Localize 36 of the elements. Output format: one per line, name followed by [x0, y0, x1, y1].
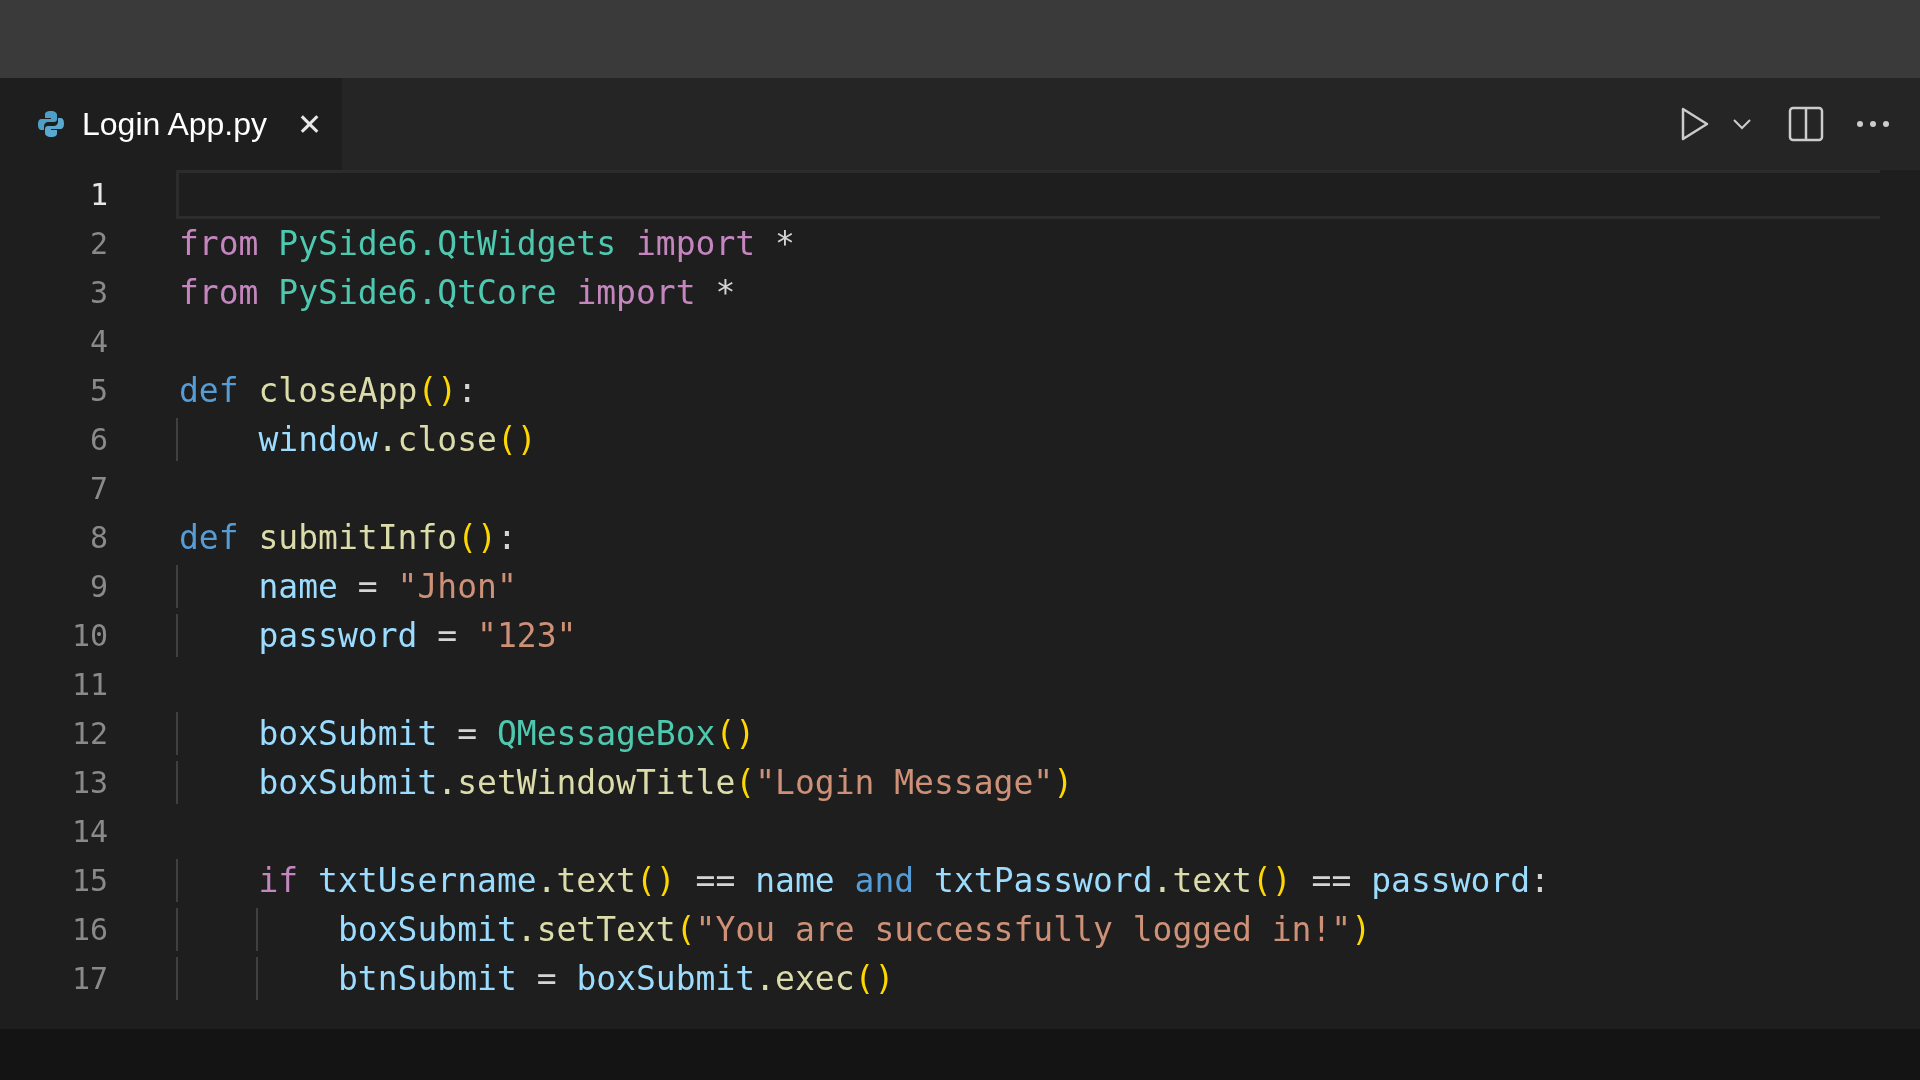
line-number: 13 [70, 765, 108, 800]
line-number: 7 [88, 471, 108, 506]
python-file-icon [36, 109, 66, 139]
line-number: 15 [70, 863, 108, 898]
code-line: boxSubmit.setText("You are successfully logged in!") [336, 910, 1372, 949]
line-number: 12 [70, 716, 108, 751]
line-number: 10 [70, 618, 108, 653]
line-number: 5 [88, 373, 108, 408]
line-number: 6 [88, 422, 108, 457]
code-line: from PySide6.QtWidgets import * [179, 224, 795, 263]
run-icon[interactable] [1680, 106, 1710, 142]
code-line: boxSubmit.setWindowTitle("Login Message") [257, 763, 1074, 802]
line-number: 17 [70, 961, 108, 996]
line-number: 9 [88, 569, 108, 604]
close-icon[interactable]: ✕ [297, 106, 323, 142]
code-line: def submitInfo(): [179, 518, 517, 557]
code-line: password = "123" [257, 616, 577, 655]
code-line: from PySide6.QtCore import * [179, 273, 736, 312]
more-icon[interactable] [1856, 120, 1890, 128]
editor-tab[interactable]: Login App.py ✕ [0, 78, 343, 170]
line-number: 11 [70, 667, 108, 702]
code-line: btnSubmit = boxSubmit.exec() [336, 959, 895, 998]
line-number: 2 [88, 226, 108, 261]
code-line: if txtUsername.text() == name and txtPassword.text() == password: [257, 861, 1550, 900]
line-number: 3 [88, 275, 108, 310]
line-number: 8 [88, 520, 108, 555]
code-line: def closeApp(): [179, 371, 478, 410]
code-line: name = "Jhon" [257, 567, 517, 606]
chevron-down-icon[interactable] [1732, 118, 1752, 130]
code-line: boxSubmit = QMessageBox() [257, 714, 756, 753]
split-editor-icon[interactable] [1788, 106, 1824, 142]
line-number: 14 [70, 814, 108, 849]
line-number: 1 [88, 177, 108, 212]
line-number: 4 [88, 324, 108, 359]
line-number: 16 [70, 912, 108, 947]
code-line: window.close() [257, 420, 537, 459]
